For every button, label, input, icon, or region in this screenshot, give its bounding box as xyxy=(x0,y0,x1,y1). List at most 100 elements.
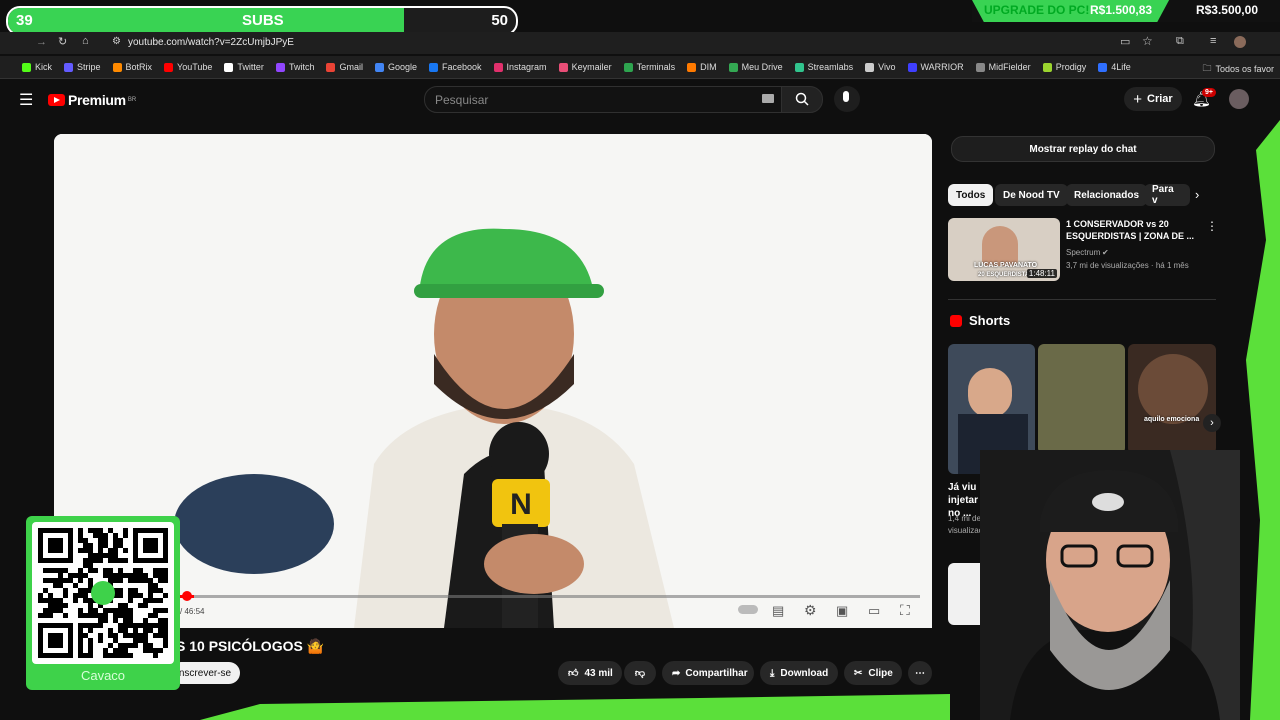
bookmark-label: 4Life xyxy=(1111,62,1131,72)
cast-icon[interactable]: ▭ xyxy=(1120,35,1130,48)
bookmark-prodigy[interactable]: Prodigy xyxy=(1042,62,1086,72)
shorts-icon xyxy=(950,315,962,327)
scissors-icon: ✂ xyxy=(854,667,863,679)
short3-caption: aquilo emociona xyxy=(1144,416,1200,423)
account-avatar[interactable] xyxy=(1229,89,1249,109)
shorts-next-icon[interactable]: › xyxy=(1203,414,1221,432)
fullscreen-icon[interactable]: ⛶ xyxy=(900,602,910,619)
bookmark-favicon-icon xyxy=(374,62,384,72)
webcam-overlay xyxy=(980,450,1240,720)
download-icon: ⤓ xyxy=(770,667,775,679)
video-player[interactable]: N / 46:54 ▤ ⚙ ▣ ▭ ⛶ xyxy=(54,134,932,628)
bookmark-warrior[interactable]: WARRIOR xyxy=(907,62,964,72)
rec-channel[interactable]: Spectrum xyxy=(1066,248,1100,257)
download-button[interactable]: ⤓ Download xyxy=(760,661,838,685)
bookmark-stripe[interactable]: Stripe xyxy=(64,62,101,72)
bookmark-botrix[interactable]: BotRix xyxy=(112,62,152,72)
youtube-logo[interactable]: Premium BR xyxy=(48,92,136,108)
clip-button[interactable]: ✂ Clipe xyxy=(844,661,902,685)
bookmark-terminals[interactable]: Terminals xyxy=(623,62,675,72)
chip-all[interactable]: Todos xyxy=(948,184,994,206)
bookmark-twitter[interactable]: Twitter xyxy=(224,62,264,72)
share-icon: ➦ xyxy=(672,667,681,679)
microphone-icon xyxy=(843,91,849,102)
more-actions-button[interactable]: ⋯ xyxy=(908,661,932,685)
chat-replay-button[interactable]: Mostrar replay do chat xyxy=(951,136,1215,162)
search-input[interactable]: Pesquisar xyxy=(424,86,783,113)
thumb-person xyxy=(982,226,1018,266)
thumb-caption: LUCAS PAVANATO xyxy=(974,262,1038,269)
bookmark-midfielder[interactable]: MidFielder xyxy=(975,62,1031,72)
bookmark-dim[interactable]: DIM xyxy=(687,62,717,72)
chip-channel[interactable]: De Nood TV xyxy=(995,184,1068,206)
bookmark-instagram[interactable]: Instagram xyxy=(493,62,547,72)
site-info-icon[interactable]: ⚙ xyxy=(112,36,121,47)
bookmarks-list: Kick Stripe BotRix YouTube Twitter Twitch Gmai… xyxy=(22,62,1143,72)
scrubber-handle[interactable] xyxy=(182,591,192,601)
reload-icon[interactable]: ↻ xyxy=(58,35,67,48)
rec-title[interactable]: 1 CONSERVADOR vs 20 ESQUERDISTAS | ZONA … xyxy=(1066,218,1201,242)
bookmark-favicon-icon xyxy=(164,62,174,72)
theater-mode-icon[interactable]: ▭ xyxy=(868,603,880,619)
dislike-button[interactable]: 👎︎ xyxy=(624,661,656,685)
chip-for-you[interactable]: Para v xyxy=(1144,184,1190,206)
bookmarks-bar: Kick Stripe BotRix YouTube Twitter Twitch Gmai… xyxy=(0,56,1280,79)
bookmarks-folder[interactable]: 🗀 Todos os favor xyxy=(1202,61,1274,77)
short-card-2[interactable] xyxy=(1038,344,1125,454)
bookmark-favicon-icon xyxy=(224,62,234,72)
green-brush-bottom xyxy=(200,694,950,720)
webcam-frame xyxy=(980,450,1240,720)
notifications-button[interactable]: 🔔︎ 9+ xyxy=(1192,88,1216,109)
bookmark-label: Vivo xyxy=(878,62,896,72)
bookmark-vivo[interactable]: Vivo xyxy=(865,62,896,72)
menu-icon[interactable]: ≡ xyxy=(1210,35,1216,47)
bookmark-twitch[interactable]: Twitch xyxy=(275,62,314,72)
subscribe-button[interactable]: nscrever-se xyxy=(170,662,240,684)
thumbs-down-icon: 👎︎ xyxy=(634,668,646,679)
bookmark-youtube[interactable]: YouTube xyxy=(164,62,212,72)
bookmark-favicon-icon xyxy=(275,62,285,72)
subs-current: 39 xyxy=(16,12,33,29)
bookmark-label: DIM xyxy=(700,62,717,72)
bookmark-streamlabs[interactable]: Streamlabs xyxy=(794,62,853,72)
rec-meta: 3,7 mi de visualizações · há 1 mês xyxy=(1066,261,1189,270)
profile-avatar[interactable] xyxy=(1234,36,1246,48)
bookmark-4life[interactable]: 4Life xyxy=(1098,62,1131,72)
hamburger-menu-icon[interactable]: ☰ xyxy=(19,90,33,110)
bookmark-kick[interactable]: Kick xyxy=(22,62,52,72)
rec-thumbnail[interactable]: LUCAS PAVANATO 20 ESQUERDISTAS 1:48:11 xyxy=(948,218,1060,281)
share-button[interactable]: ➦ Compartilhar xyxy=(662,661,754,685)
logo-region: BR xyxy=(127,97,137,103)
chip-related[interactable]: Relacionados xyxy=(1066,184,1148,206)
bookmark-label: MidFielder xyxy=(988,62,1031,72)
star-icon[interactable]: ☆ xyxy=(1142,34,1153,48)
bookmark-gmail[interactable]: Gmail xyxy=(326,62,363,72)
search-button[interactable] xyxy=(781,86,823,113)
chevron-right-icon[interactable]: › xyxy=(1195,187,1199,202)
bookmark-label: Google xyxy=(387,62,417,72)
voice-search-button[interactable] xyxy=(834,86,860,112)
like-button[interactable]: 👍︎ 43 mil xyxy=(558,661,622,685)
rec-more-icon[interactable]: ⋮ xyxy=(1206,219,1218,233)
subtitles-icon[interactable]: ▤ xyxy=(772,603,784,619)
bookmark-facebook[interactable]: Facebook xyxy=(429,62,482,72)
extensions-icon[interactable]: ⧉ xyxy=(1176,35,1184,48)
url-field[interactable]: youtube.com/watch?v=2ZcUmjbJPyE xyxy=(128,37,294,48)
autoplay-toggle[interactable] xyxy=(738,605,758,614)
qr-code-pattern xyxy=(38,528,168,658)
forward-icon[interactable]: → xyxy=(36,36,47,48)
keyboard-icon[interactable] xyxy=(762,94,774,103)
bookmark-keymailer[interactable]: Keymailer xyxy=(558,62,612,72)
qr-name: Cavaco xyxy=(80,668,126,683)
home-icon[interactable]: ⌂ xyxy=(82,35,89,47)
bookmark-label: Facebook xyxy=(442,62,482,72)
progress-bar[interactable] xyxy=(66,595,920,598)
subs-label: SUBS xyxy=(242,12,284,29)
short-card-3[interactable]: aquilo emociona xyxy=(1128,344,1216,454)
create-button[interactable]: + Criar xyxy=(1124,87,1182,111)
bookmark-google[interactable]: Google xyxy=(374,62,417,72)
settings-icon[interactable]: ⚙ xyxy=(804,602,817,619)
miniplayer-icon[interactable]: ▣ xyxy=(836,603,848,619)
folder-icon: 🗀 xyxy=(1202,63,1212,73)
bookmark-meu-drive[interactable]: Meu Drive xyxy=(728,62,783,72)
